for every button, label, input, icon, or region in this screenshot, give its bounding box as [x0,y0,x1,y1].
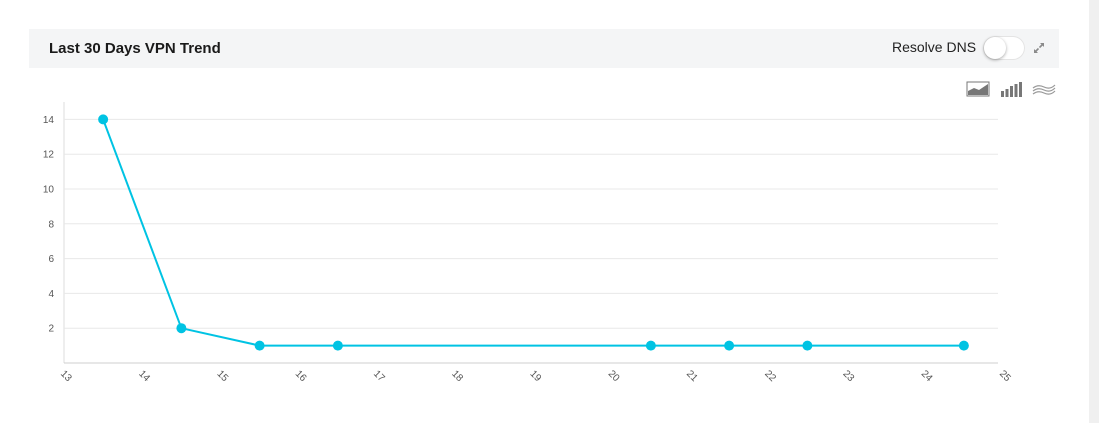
y-tick-label: 14 [43,115,55,126]
x-tick-label: 23 [840,368,856,384]
series-line [102,119,964,347]
x-tick-label: 19 [527,368,543,384]
data-point [254,340,265,351]
x-tick-label: 22 [762,368,778,384]
x-tick-label: 13 [58,368,74,384]
data-point [98,114,109,125]
y-tick-label: 12 [43,150,55,161]
x-tick-label: 18 [449,368,465,384]
y-tick-label: 10 [43,185,55,196]
data-point [332,340,343,351]
y-tick-label: 6 [48,254,54,265]
x-tick-label: 24 [919,368,935,384]
x-tick-label: 25 [997,368,1013,384]
x-tick-label: 14 [136,368,152,384]
data-point [958,340,969,351]
data-point [645,340,656,351]
x-tick-label: 15 [214,368,230,384]
y-tick-label: 8 [48,219,54,230]
data-point [802,340,813,351]
x-tick-label: 17 [371,368,387,384]
data-point [724,340,735,351]
x-tick-label: 21 [684,368,700,384]
x-tick-label: 16 [293,368,309,384]
x-tick-label: 20 [606,368,622,384]
y-tick-label: 2 [48,324,54,335]
data-point [176,323,187,334]
page-scrollbar[interactable] [1089,0,1099,423]
vpn-trend-chart: 246810121413 14 15 16 17 18 19 20 21 22 23 24 25 [43,102,1013,384]
y-tick-label: 4 [48,289,54,300]
